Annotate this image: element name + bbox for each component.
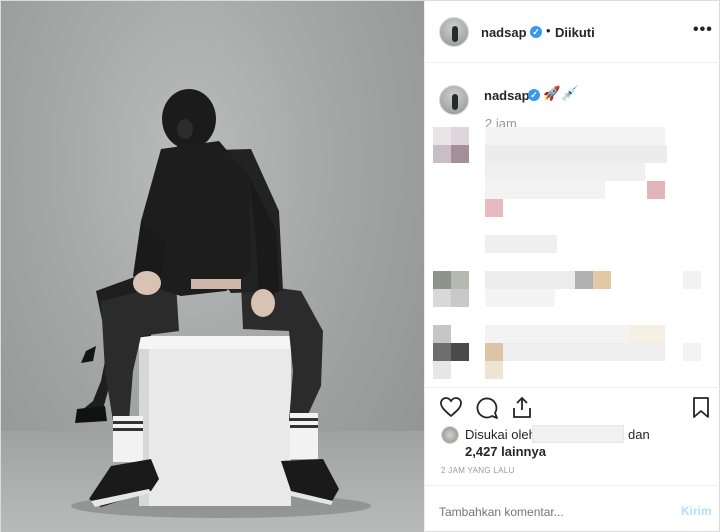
- comment-input[interactable]: [439, 505, 659, 519]
- verified-badge-icon: ✓: [530, 26, 542, 38]
- separator-dot: •: [546, 23, 551, 38]
- comment-bubble-icon[interactable]: [475, 396, 499, 420]
- post-photo[interactable]: [1, 1, 424, 532]
- heart-icon[interactable]: [439, 396, 463, 418]
- syringe-emoji: 💉: [561, 85, 579, 101]
- caption-username[interactable]: nadsap: [484, 88, 530, 103]
- post-timestamp[interactable]: 2 JAM YANG LALU: [441, 466, 515, 475]
- rocket-emoji: 🚀: [543, 85, 561, 101]
- author-username[interactable]: nadsap: [481, 25, 527, 40]
- caption-verified-badge-icon: ✓: [528, 89, 540, 101]
- liked-by-label: Disukai oleh: [465, 427, 536, 442]
- post-header: nadsap ✓ • Diikuti •••: [425, 1, 720, 63]
- caption-author-avatar[interactable]: [439, 85, 469, 115]
- post-comment-button[interactable]: Kirim: [681, 504, 712, 518]
- actions-divider: [425, 387, 720, 388]
- comment-divider: [425, 485, 720, 486]
- bookmark-icon[interactable]: [691, 396, 711, 420]
- post-side-panel: nadsap ✓ • Diikuti ••• nadsap ✓ 🚀 💉 2 ja…: [424, 1, 720, 532]
- liker-avatar[interactable]: [441, 426, 459, 444]
- more-options-icon[interactable]: •••: [693, 21, 713, 39]
- liked-by-and: dan: [628, 427, 650, 442]
- share-icon[interactable]: [511, 395, 533, 419]
- censored-liker-name: [532, 425, 624, 443]
- photo-subject-illustration: [71, 89, 371, 518]
- post-frame: nadsap ✓ • Diikuti ••• nadsap ✓ 🚀 💉 2 ja…: [0, 0, 720, 532]
- author-avatar[interactable]: [439, 17, 469, 47]
- follow-status-button[interactable]: Diikuti: [555, 25, 595, 40]
- likes-count-link[interactable]: 2,427 lainnya: [465, 444, 546, 459]
